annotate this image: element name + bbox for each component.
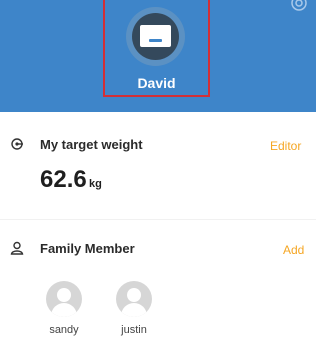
settings-icon[interactable] (290, 0, 308, 12)
profile-header: David (0, 0, 316, 112)
target-weight-unit: kg (89, 178, 102, 190)
member-name: justin (121, 324, 147, 336)
edit-weight-link[interactable]: Editor (270, 139, 301, 153)
person-icon (10, 241, 24, 255)
add-member-link[interactable]: Add (283, 243, 304, 257)
target-weight-value: 62.6 (40, 166, 87, 193)
member-item-sandy[interactable]: sandy (44, 281, 84, 336)
avatar-placeholder-icon (46, 281, 82, 317)
member-name: sandy (49, 324, 79, 336)
section-divider (0, 219, 316, 220)
avatar-placeholder-icon (116, 281, 152, 317)
member-item-justin[interactable]: justin (114, 281, 154, 336)
family-member-label: Family Member (40, 241, 135, 256)
profile-name[interactable]: David (103, 75, 210, 91)
target-weight-label: My target weight (40, 137, 143, 152)
target-icon (11, 138, 23, 150)
